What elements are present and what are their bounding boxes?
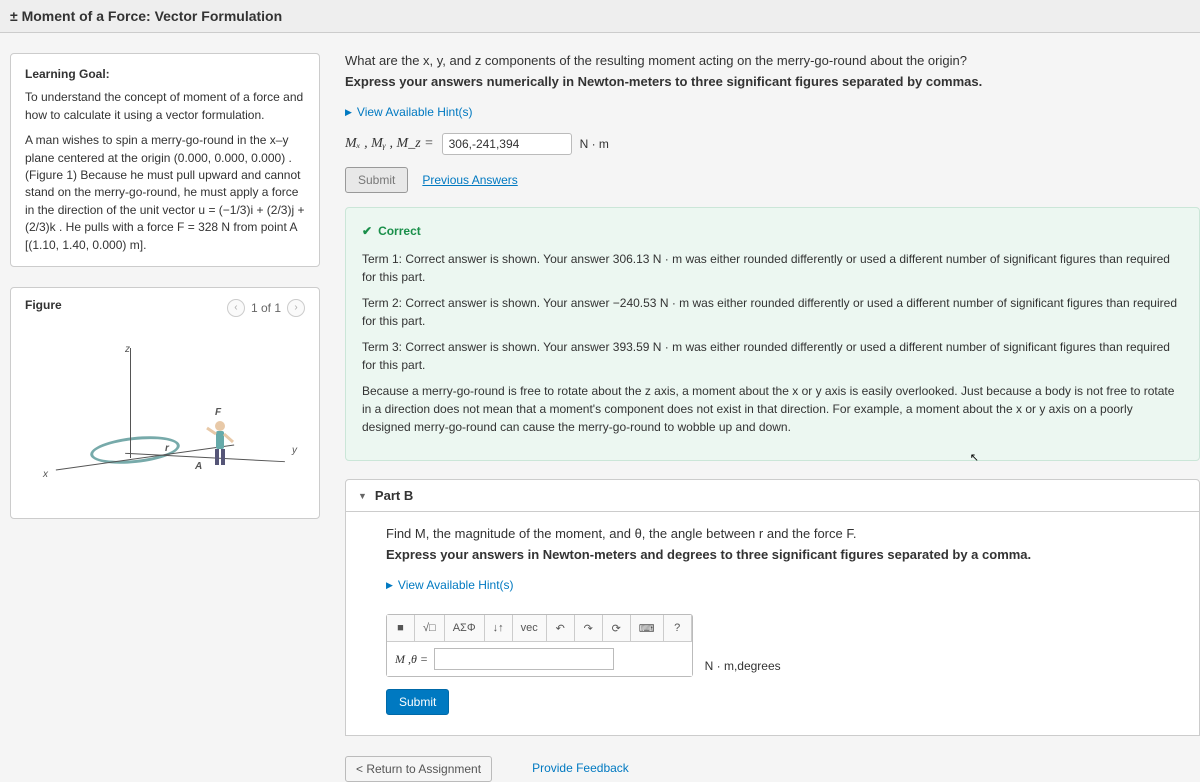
part-a-answer-value: 306,-241,394 bbox=[442, 133, 572, 155]
part-a-variable: Mₓ , Mᵧ , M_z = bbox=[345, 136, 434, 152]
part-a-instruction: Express your answers numerically in Newt… bbox=[345, 74, 1200, 89]
feedback-term-2: Term 2: Correct answer is shown. Your an… bbox=[362, 294, 1183, 330]
feedback-term-3: Term 3: Correct answer is shown. Your an… bbox=[362, 338, 1183, 374]
page-title: ± Moment of a Force: Vector Formulation bbox=[0, 0, 1200, 33]
figure-pager-text: 1 of 1 bbox=[251, 301, 281, 315]
part-a-submit-button[interactable]: Submit bbox=[345, 167, 408, 193]
tool-undo-icon[interactable]: ↶ bbox=[547, 615, 575, 641]
part-b-answer-input[interactable] bbox=[434, 648, 614, 670]
feedback-explanation: Because a merry-go-round is free to rota… bbox=[362, 382, 1183, 436]
learning-goal-text: To understand the concept of moment of a… bbox=[25, 89, 305, 124]
provide-feedback-link[interactable]: Provide Feedback bbox=[522, 756, 639, 782]
tool-template-icon[interactable]: ■ bbox=[387, 615, 415, 641]
part-b-question: Find M, the magnitude of the moment, and… bbox=[386, 526, 1159, 541]
vector-f-label: F bbox=[215, 407, 221, 418]
tool-redo-icon[interactable]: ↷ bbox=[575, 615, 603, 641]
return-to-assignment-button[interactable]: < Return to Assignment bbox=[345, 756, 492, 782]
part-b-instruction: Express your answers in Newton-meters an… bbox=[386, 547, 1159, 562]
tool-keyboard-icon[interactable]: ⌨ bbox=[631, 615, 664, 641]
feedback-term-1: Term 1: Correct answer is shown. Your an… bbox=[362, 250, 1183, 286]
point-a-label: A bbox=[195, 461, 202, 472]
learning-goal-heading: Learning Goal: bbox=[25, 66, 305, 83]
answer-input-frame: ■ √□ ΑΣΦ ↓↑ vec ↶ ↷ ⟳ ⌨ ? M ,θ = bbox=[386, 614, 693, 677]
part-a-question: What are the x, y, and z components of t… bbox=[345, 53, 1200, 68]
figure-image: x y z A F r bbox=[25, 338, 305, 508]
tool-sqrt-icon[interactable]: √□ bbox=[415, 615, 445, 641]
feedback-panel: Correct Term 1: Correct answer is shown.… bbox=[345, 207, 1200, 461]
previous-answers-link[interactable]: Previous Answers bbox=[422, 173, 517, 187]
part-b-submit-button[interactable]: Submit bbox=[386, 689, 449, 715]
part-b-hint-toggle[interactable]: View Available Hint(s) bbox=[386, 578, 514, 592]
figure-next-button[interactable]: › bbox=[287, 299, 305, 317]
part-b-header[interactable]: Part B bbox=[345, 479, 1200, 512]
vector-r-label: r bbox=[165, 443, 169, 454]
tool-subscript-icon[interactable]: ↓↑ bbox=[485, 615, 513, 641]
person-illustration bbox=[205, 418, 235, 468]
tool-vec-icon[interactable]: vec bbox=[513, 615, 547, 641]
scenario-text: A man wishes to spin a merry-go-round in… bbox=[25, 132, 305, 254]
tool-help-icon[interactable]: ? bbox=[664, 615, 692, 641]
axis-y-label: y bbox=[292, 445, 297, 456]
figure-label: Figure bbox=[25, 298, 62, 312]
axis-z-label: z bbox=[125, 344, 130, 355]
correct-indicator: Correct bbox=[362, 222, 1183, 240]
tool-greek-icon[interactable]: ΑΣΦ bbox=[445, 615, 485, 641]
learning-goal-panel: Learning Goal: To understand the concept… bbox=[10, 53, 320, 267]
figure-panel: Figure ‹ 1 of 1 › x y z A F bbox=[10, 287, 320, 519]
cursor-icon: ↖ bbox=[970, 450, 979, 467]
part-b-variable-label: M ,θ = bbox=[395, 652, 428, 667]
part-b-units: N · m,degrees bbox=[705, 659, 781, 673]
tool-reset-icon[interactable]: ⟳ bbox=[603, 615, 631, 641]
figure-prev-button[interactable]: ‹ bbox=[227, 299, 245, 317]
part-a-units: N · m bbox=[580, 137, 609, 151]
part-a-hint-toggle[interactable]: View Available Hint(s) bbox=[345, 105, 473, 119]
axis-x-label: x bbox=[43, 469, 48, 480]
